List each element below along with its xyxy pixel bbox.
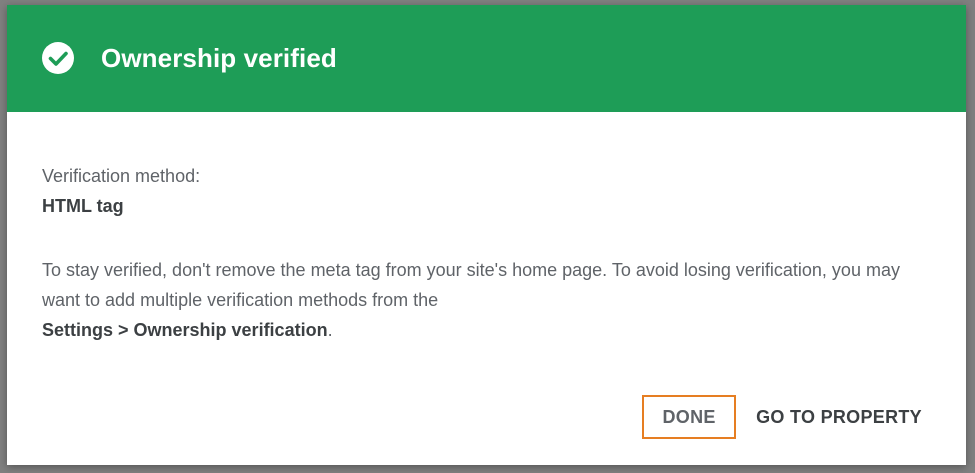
dialog-header: Ownership verified (7, 5, 966, 112)
dialog-content: Verification method: HTML tag To stay ve… (42, 161, 902, 345)
go-to-property-button[interactable]: GO TO PROPERTY (756, 395, 922, 439)
dialog-actions: DONE GO TO PROPERTY (642, 395, 922, 439)
verification-method-value: HTML tag (42, 196, 124, 216)
ownership-verified-dialog: Ownership verified Verification method: … (7, 5, 966, 465)
notice-end: . (327, 320, 333, 340)
notice-text: To stay verified, don't remove the meta … (42, 260, 900, 310)
verification-notice: To stay verified, don't remove the meta … (42, 255, 902, 345)
verification-method-label: Verification method: (42, 166, 201, 186)
settings-path: Settings > Ownership verification (42, 320, 328, 340)
done-button[interactable]: DONE (642, 395, 737, 439)
dialog-title: Ownership verified (101, 43, 337, 73)
check-circle-icon (42, 42, 74, 74)
